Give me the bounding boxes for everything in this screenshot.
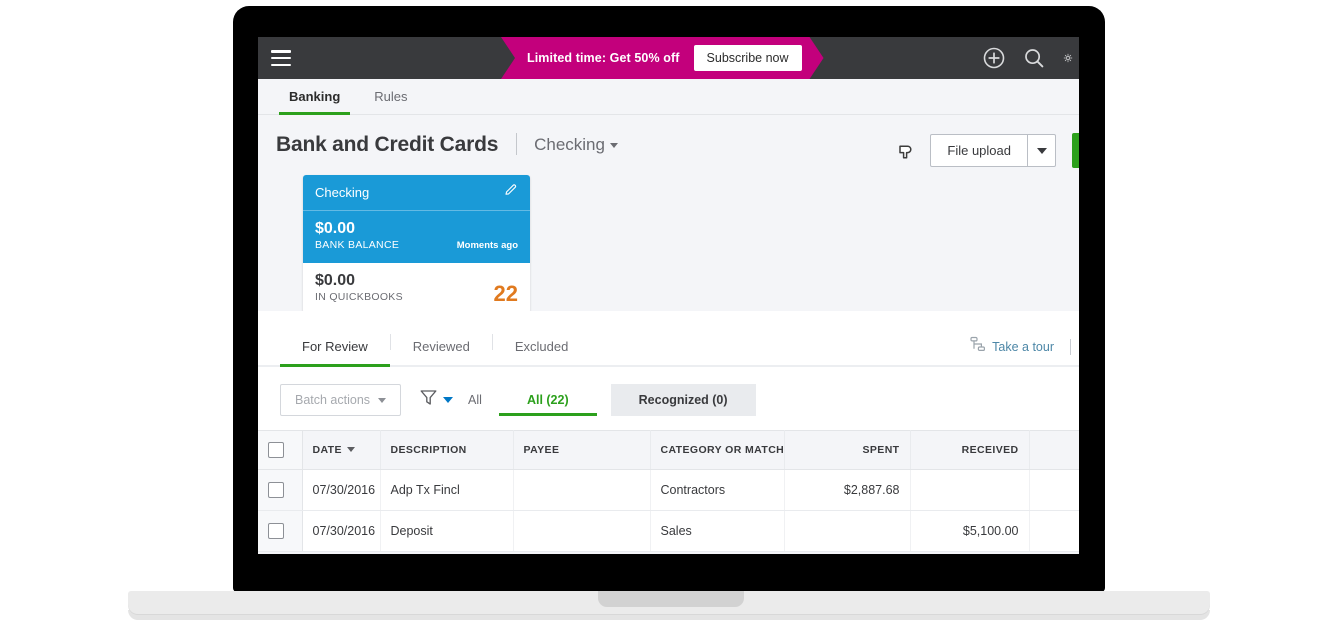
- chevron-down-icon: [443, 397, 454, 403]
- select-all-header: [258, 430, 303, 470]
- table-row[interactable]: 07/30/2016 Adp Tx Fincl Contractors $2,8…: [258, 469, 1079, 511]
- row-select-cell: [258, 469, 303, 511]
- filter-funnel-icon: [419, 388, 438, 412]
- cell-description: Adp Tx Fincl: [380, 469, 514, 511]
- screen-content: Limited time: Get 50% off Subscribe now: [258, 37, 1079, 554]
- gear-icon[interactable]: [1063, 47, 1073, 69]
- cell-actions: [1029, 510, 1079, 552]
- sitemap-tour-icon: [970, 336, 986, 357]
- batch-actions-dropdown[interactable]: Batch actions: [280, 384, 402, 416]
- batch-actions-label: Batch actions: [295, 393, 371, 407]
- cell-spent: $2,887.68: [784, 469, 911, 511]
- quickbooks-balance-amount: $0.00: [315, 272, 356, 289]
- column-header-actions: [1029, 430, 1079, 470]
- search-icon[interactable]: [1023, 47, 1045, 69]
- cell-received: [910, 469, 1030, 511]
- column-header-date[interactable]: DATE: [302, 430, 381, 470]
- cell-payee: [513, 469, 651, 511]
- header-actions: File upload: [897, 133, 1079, 168]
- account-card-checking[interactable]: Checking $0.00 BANK BALANCE Moments ago …: [303, 175, 530, 313]
- column-header-category[interactable]: CATEGORY OR MATCH: [650, 430, 785, 470]
- cell-payee: [513, 510, 651, 552]
- chevron-down-icon: [609, 143, 618, 149]
- transactions-panel: For Review Reviewed Excluded Take a tour: [258, 311, 1079, 552]
- promo-text: Limited time: Get 50% off: [527, 51, 680, 65]
- title-divider: [515, 133, 517, 155]
- tab-rules[interactable]: Rules: [364, 89, 417, 115]
- column-header-payee[interactable]: PAYEE: [513, 430, 651, 470]
- topbar-actions: [983, 37, 1079, 79]
- chevron-down-icon: [1036, 147, 1047, 154]
- filter-all-label: All: [468, 393, 482, 407]
- tour-divider: [1070, 338, 1071, 355]
- subscribe-now-button[interactable]: Subscribe now: [694, 45, 802, 71]
- page-header: Bank and Credit Cards Checking File uplo…: [258, 115, 1079, 168]
- filter-toolbar: Batch actions All All (22) Recognized (0…: [258, 367, 1079, 416]
- filter-dropdown[interactable]: [419, 388, 454, 412]
- cell-category: Sales: [650, 510, 785, 552]
- account-sync-status: Moments ago: [456, 240, 518, 251]
- subtab-for-review[interactable]: For Review: [280, 331, 390, 367]
- primary-nav-tabs: Banking Rules: [258, 79, 1079, 115]
- subtab-reviewed[interactable]: Reviewed: [391, 331, 492, 367]
- file-upload-button-group: File upload: [930, 134, 1056, 167]
- cell-date: 07/30/2016: [302, 510, 381, 552]
- chevron-down-icon: [378, 397, 387, 403]
- pill-all[interactable]: All (22): [498, 384, 597, 416]
- promo-banner: Limited time: Get 50% off Subscribe now: [501, 37, 824, 79]
- account-card-bank-balance: $0.00 BANK BALANCE Moments ago: [303, 211, 530, 263]
- file-upload-dropdown-toggle[interactable]: [1028, 134, 1056, 167]
- pending-transactions-count: 22: [493, 281, 518, 306]
- cell-spent: [784, 510, 911, 552]
- table-row[interactable]: 07/30/2016 Deposit Sales $5,100.00: [258, 510, 1079, 552]
- cell-actions: [1029, 469, 1079, 511]
- table-header-row: DATE DESCRIPTION PAYEE CATEGORY OR MATCH…: [258, 430, 1079, 470]
- cell-received: $5,100.00: [910, 510, 1030, 552]
- column-header-description[interactable]: DESCRIPTION: [380, 430, 514, 470]
- column-header-spent[interactable]: SPENT: [784, 430, 911, 470]
- table-header: DATE DESCRIPTION PAYEE CATEGORY OR MATCH…: [258, 430, 1079, 470]
- take-a-tour-link[interactable]: Take a tour: [992, 340, 1054, 354]
- account-selector-dropdown[interactable]: Checking: [534, 135, 618, 155]
- cell-description: Deposit: [380, 510, 514, 552]
- cell-date: 07/30/2016: [302, 469, 381, 511]
- file-upload-button[interactable]: File upload: [930, 134, 1028, 167]
- quickbooks-balance-label: IN QUICKBOOKS: [315, 291, 403, 303]
- row-select-cell: [258, 510, 303, 552]
- sort-descending-icon: [346, 447, 355, 452]
- recognition-filter-pills: All (22) Recognized (0): [498, 384, 756, 416]
- pencil-edit-icon[interactable]: [504, 183, 518, 202]
- bank-balance-amount: $0.00: [315, 220, 356, 237]
- column-header-received[interactable]: RECEIVED: [910, 430, 1030, 470]
- row-checkbox[interactable]: [268, 523, 284, 539]
- account-card-header: Checking: [303, 175, 530, 211]
- table-body: 07/30/2016 Adp Tx Fincl Contractors $2,8…: [258, 469, 1079, 552]
- take-a-tour-area: Take a tour: [970, 336, 1071, 357]
- transaction-status-tabs: For Review Reviewed Excluded Take a tour: [258, 311, 1079, 367]
- account-cards-area: Checking $0.00 BANK BALANCE Moments ago …: [258, 167, 1079, 313]
- account-card-quickbooks-balance: $0.00 IN QUICKBOOKS 22: [303, 263, 530, 313]
- account-card-name: Checking: [315, 185, 370, 200]
- tab-banking[interactable]: Banking: [279, 89, 351, 115]
- row-checkbox[interactable]: [268, 482, 284, 498]
- pill-recognized[interactable]: Recognized (0): [610, 384, 756, 416]
- hamburger-menu-icon[interactable]: [271, 50, 291, 66]
- select-all-checkbox[interactable]: [268, 442, 284, 458]
- laptop-trackpad-notch: [598, 591, 744, 607]
- transactions-table: DATE DESCRIPTION PAYEE CATEGORY OR MATCH…: [258, 430, 1079, 552]
- cell-category: Contractors: [650, 469, 785, 511]
- primary-action-button-clipped[interactable]: [1072, 133, 1079, 168]
- plus-circle-icon[interactable]: [983, 47, 1005, 69]
- column-header-date-label: DATE: [312, 444, 342, 456]
- app-topbar: Limited time: Get 50% off Subscribe now: [258, 37, 1079, 79]
- page-title: Bank and Credit Cards: [276, 133, 499, 156]
- laptop-device: Limited time: Get 50% off Subscribe now: [0, 0, 1344, 624]
- pointing-hand-cursor-icon: [897, 139, 921, 163]
- account-selector-label: Checking: [534, 135, 605, 154]
- subtab-excluded[interactable]: Excluded: [493, 331, 590, 367]
